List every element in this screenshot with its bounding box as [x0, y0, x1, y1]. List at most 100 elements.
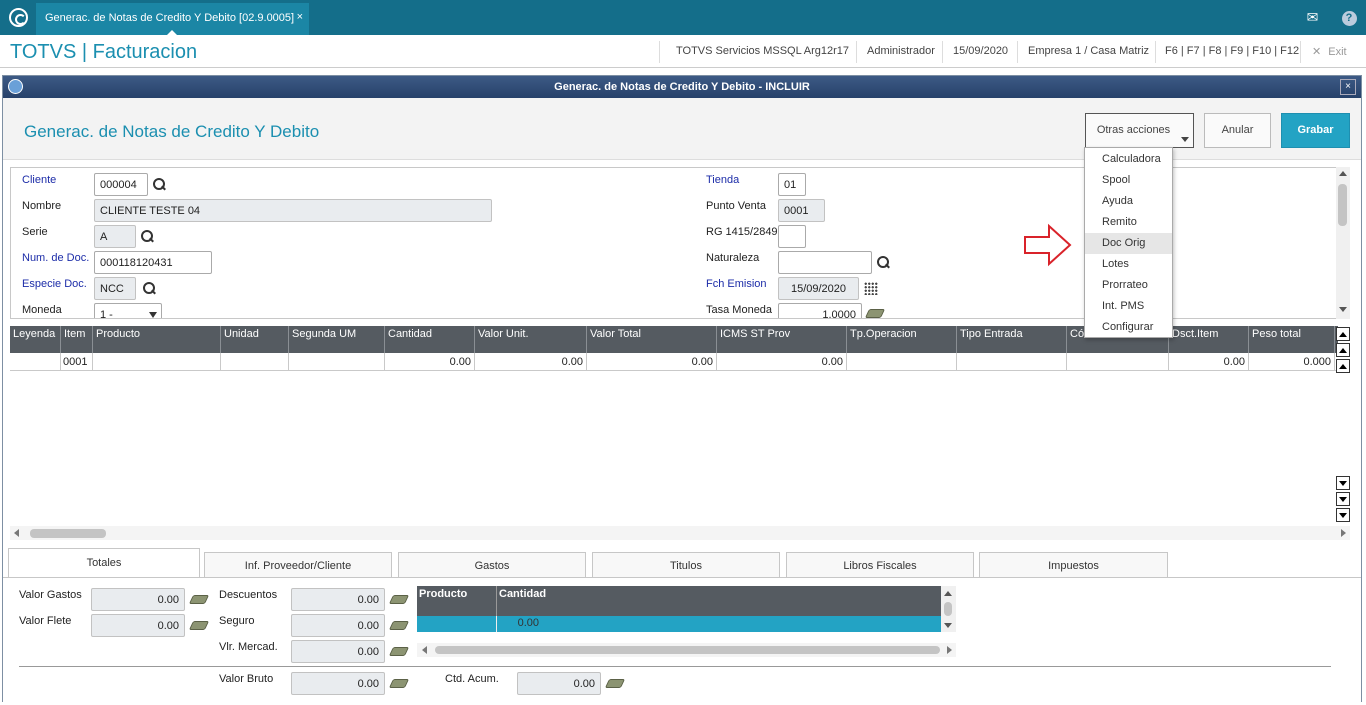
moneda-select[interactable]: 1 - PESO [94, 303, 162, 318]
cell-icms-st-prov[interactable]: 0.00 [717, 353, 847, 371]
anular-button[interactable]: Anular [1204, 113, 1271, 148]
mini-cell-producto[interactable] [417, 616, 497, 632]
grid-col-unidad[interactable]: Unidad [221, 326, 289, 353]
cell-valor-total[interactable]: 0.00 [587, 353, 717, 371]
mail-icon[interactable]: ✉ [1295, 0, 1330, 35]
money-icon[interactable] [604, 679, 626, 688]
money-icon[interactable] [188, 621, 210, 630]
company-info[interactable]: Empresa 1 / Casa Matriz [1028, 45, 1149, 57]
cell-peso-total[interactable]: 0.000 [1249, 353, 1335, 371]
menu-item-doc-orig[interactable]: Doc Orig [1085, 233, 1172, 254]
mini-grid-vscrollbar[interactable] [941, 586, 956, 632]
mini-cell-cantidad[interactable]: 0.00 [497, 617, 539, 633]
mini-col-cantidad[interactable]: Cantidad [497, 586, 697, 616]
hscroll-thumb[interactable] [30, 529, 106, 538]
tab-notas-credito[interactable]: Generac. de Notas de Credito Y Debito [0… [36, 3, 309, 36]
grabar-button[interactable]: Grabar [1281, 113, 1350, 148]
help-icon[interactable]: ? [1332, 0, 1366, 35]
valor-flete-field[interactable]: 0.00 [91, 614, 185, 637]
tab-gastos[interactable]: Gastos [398, 552, 586, 578]
table-row[interactable]: 0001 0.00 0.00 0.00 0.00 0.00 0.000 [10, 353, 1338, 371]
cell-producto[interactable] [93, 353, 221, 371]
table-row[interactable]: 0.00 [417, 616, 941, 632]
menu-item-spool[interactable]: Spool [1085, 170, 1172, 191]
naturaleza-search-icon[interactable] [877, 256, 890, 269]
menu-item-lotes[interactable]: Lotes [1085, 254, 1172, 275]
money-icon[interactable] [388, 679, 410, 688]
scroll-right-icon[interactable] [1341, 529, 1346, 537]
shortcuts-info[interactable]: F6 | F7 | F8 | F9 | F10 | F12 [1165, 45, 1299, 57]
menu-item-configurar[interactable]: Configurar [1085, 317, 1172, 338]
cell-leyenda[interactable] [10, 353, 61, 371]
grid-col-leyenda[interactable]: Leyenda [10, 326, 61, 353]
fch-emision-field[interactable]: 15/09/2020 [778, 277, 859, 300]
exit-button[interactable]: ✕ Exit [1312, 45, 1347, 58]
tab-libros-fiscales[interactable]: Libros Fiscales [786, 552, 974, 578]
money-icon[interactable] [864, 309, 886, 318]
grid-col-peso-total[interactable]: Peso total [1249, 326, 1335, 353]
scroll-up-icon[interactable] [1339, 171, 1347, 176]
money-icon[interactable] [388, 647, 410, 656]
tasa-moneda-field[interactable]: 1.0000 [778, 303, 862, 318]
grid-last-button[interactable] [1336, 508, 1350, 522]
scroll-right-icon[interactable] [947, 646, 952, 654]
grid-col-icms-st-prov[interactable]: ICMS ST Prov [717, 326, 847, 353]
menu-item-prorrateo[interactable]: Prorrateo [1085, 275, 1172, 296]
serie-search-icon[interactable] [141, 230, 154, 243]
grid-col-segunda-um[interactable]: Segunda UM [289, 326, 385, 353]
cell-valor-unit[interactable]: 0.00 [475, 353, 587, 371]
seguro-field[interactable]: 0.00 [291, 614, 385, 637]
grid-col-tp-operacion[interactable]: Tp.Operacion [847, 326, 957, 353]
scroll-left-icon[interactable] [422, 646, 427, 654]
nombre-field[interactable]: CLIENTE TESTE 04 [94, 199, 492, 222]
cell-tipo-entrada[interactable] [957, 353, 1067, 371]
tab-impuestos[interactable]: Impuestos [979, 552, 1168, 578]
menu-item-remito[interactable]: Remito [1085, 212, 1172, 233]
cell-cod[interactable] [1067, 353, 1169, 371]
cell-item[interactable]: 0001 [61, 353, 93, 371]
naturaleza-field[interactable] [778, 251, 872, 274]
valor-bruto-field[interactable]: 0.00 [291, 672, 385, 695]
serie-field[interactable]: A [94, 225, 136, 248]
punto-venta-field[interactable]: 0001 [778, 199, 825, 222]
dialog-close-button[interactable]: × [1340, 79, 1356, 95]
scroll-down-icon[interactable] [944, 623, 952, 628]
tab-inf-proveedor-cliente[interactable]: Inf. Proveedor/Cliente [204, 552, 392, 578]
menu-item-int-pms[interactable]: Int. PMS [1085, 296, 1172, 317]
vlr-mercad-field[interactable]: 0.00 [291, 640, 385, 663]
totvs-logo-icon[interactable] [9, 8, 28, 27]
grid-col-valor-unit[interactable]: Valor Unit. [475, 326, 587, 353]
cell-unidad[interactable] [221, 353, 289, 371]
mini-grid-hscrollbar[interactable] [417, 643, 956, 657]
scroll-thumb[interactable] [1338, 184, 1347, 226]
cell-dsct-item[interactable]: 0.00 [1169, 353, 1249, 371]
grid-col-tipo-entrada[interactable]: Tipo Entrada [957, 326, 1067, 353]
otras-acciones-button[interactable]: Otras acciones [1085, 113, 1194, 148]
grid-col-dsct-item[interactable]: Dsct.Item [1169, 326, 1249, 353]
scroll-up-icon[interactable] [944, 591, 952, 596]
money-icon[interactable] [388, 595, 410, 604]
rg-field[interactable] [778, 225, 806, 248]
grid-first-button[interactable] [1336, 327, 1350, 341]
mini-col-producto[interactable]: Producto [417, 586, 497, 616]
valor-gastos-field[interactable]: 0.00 [91, 588, 185, 611]
scroll-thumb[interactable] [944, 602, 952, 616]
num-doc-field[interactable]: 000118120431 [94, 251, 212, 274]
cliente-field[interactable]: 000004 [94, 173, 148, 196]
tab-close-icon[interactable]: × [297, 11, 303, 23]
menu-item-ayuda[interactable]: Ayuda [1085, 191, 1172, 212]
grid-prev-button[interactable] [1336, 359, 1350, 373]
tab-totales[interactable]: Totales [8, 548, 200, 578]
grid-col-cantidad[interactable]: Cantidad [385, 326, 475, 353]
ctd-acum-field[interactable]: 0.00 [517, 672, 601, 695]
grid-pagedown-button[interactable] [1336, 492, 1350, 506]
calendar-icon[interactable] [864, 282, 878, 295]
tienda-field[interactable]: 01 [778, 173, 806, 196]
money-icon[interactable] [188, 595, 210, 604]
cell-segunda-um[interactable] [289, 353, 385, 371]
fields-scrollbar[interactable] [1336, 167, 1350, 319]
menu-item-calculadora[interactable]: Calculadora [1085, 149, 1172, 170]
descuentos-field[interactable]: 0.00 [291, 588, 385, 611]
grid-col-item[interactable]: Item [61, 326, 93, 353]
scroll-down-icon[interactable] [1339, 307, 1347, 312]
